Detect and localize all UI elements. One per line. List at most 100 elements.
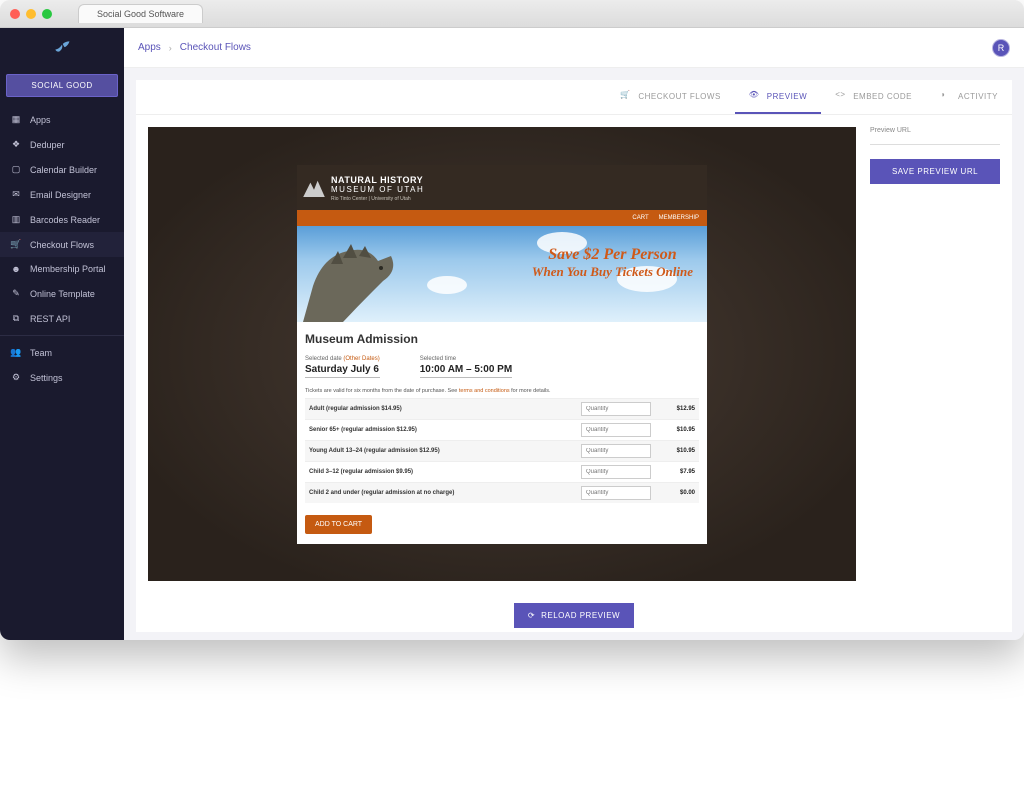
- ticket-name: Senior 65+ (regular admission $12.95): [305, 427, 573, 433]
- brush-icon: ✎: [10, 288, 22, 299]
- sidebar-item-email-designer[interactable]: ✉ Email Designer: [0, 182, 124, 207]
- museum-brand-line1: NATURAL HISTORY: [331, 175, 424, 185]
- tab-embed-code[interactable]: <> EMBED CODE: [821, 80, 926, 114]
- ticket-name: Child 3–12 (regular admission $9.95): [305, 469, 573, 475]
- ticket-row: Young Adult 13–24 (regular admission $12…: [305, 440, 699, 461]
- quantity-input[interactable]: [581, 465, 651, 479]
- code-icon: <>: [835, 90, 847, 102]
- tab-activity[interactable]: ◑ ACTIVITY: [926, 80, 1012, 114]
- validity-text: Tickets are valid for six months from th…: [305, 388, 699, 394]
- museum-logo-icon: [303, 179, 325, 197]
- banner-line2: When You Buy Tickets Online: [532, 264, 693, 280]
- ticket-row: Adult (regular admission $14.95) $12.95: [305, 398, 699, 419]
- selected-date-label: Selected date: [305, 356, 342, 362]
- sidebar-item-team[interactable]: 👥Team: [0, 340, 124, 365]
- sidebar-divider: [0, 335, 124, 336]
- add-to-cart-button[interactable]: ADD TO CART: [305, 515, 372, 534]
- page-title: Museum Admission: [305, 332, 699, 346]
- ticket-name: Child 2 and under (regular admission at …: [305, 490, 573, 496]
- quantity-input[interactable]: [581, 423, 651, 437]
- browser-tab[interactable]: Social Good Software: [78, 4, 203, 23]
- refresh-icon: ◑: [940, 90, 952, 102]
- ticket-name: Young Adult 13–24 (regular admission $12…: [305, 448, 573, 454]
- card-tabs: 🛒 CHECKOUT FLOWS 👁PREVIEW <> EMBED CODE ◑ A…: [136, 80, 1012, 115]
- api-icon: ⧉: [10, 313, 22, 324]
- tab-label: EMBED CODE: [853, 92, 912, 101]
- breadcrumb-item[interactable]: Checkout Flows: [180, 42, 251, 53]
- cart-icon: 🛒: [10, 239, 22, 250]
- tab-preview[interactable]: 👁PREVIEW: [735, 80, 821, 114]
- nav-cart[interactable]: CART: [632, 215, 648, 221]
- sidebar-item-online-template[interactable]: ✎ Online Template: [0, 281, 124, 306]
- sidebar-item-deduper[interactable]: ❖Deduper: [0, 132, 124, 157]
- sidebar-item-label: Online Template: [30, 289, 95, 299]
- tab-label: CHECKOUT FLOWS: [638, 92, 720, 101]
- reload-preview-button[interactable]: ⟳RELOAD PREVIEW: [514, 603, 634, 628]
- sidebar-item-barcodes-reader[interactable]: ▥ Barcodes Reader: [0, 207, 124, 232]
- ticket-price: $7.95: [659, 469, 699, 475]
- ticket-price: $0.00: [659, 490, 699, 496]
- sidebar-item-checkout-flows[interactable]: 🛒 Checkout Flows: [0, 232, 124, 257]
- sidebar-item-label: REST API: [30, 314, 70, 324]
- terms-link[interactable]: terms and conditions: [459, 388, 510, 394]
- breadcrumb-item[interactable]: Apps: [138, 42, 161, 53]
- cart-icon: 🛒: [620, 90, 632, 102]
- ticket-row: Child 3–12 (regular admission $9.95) $7.…: [305, 461, 699, 482]
- mail-icon: ✉: [10, 189, 22, 200]
- ticket-row: Senior 65+ (regular admission $12.95) $1…: [305, 419, 699, 440]
- sidebar-item-label: Team: [30, 348, 52, 358]
- topbar: Apps › Checkout Flows R: [124, 28, 1024, 68]
- breadcrumb: Apps › Checkout Flows: [138, 42, 251, 53]
- avatar[interactable]: R: [992, 39, 1010, 57]
- browser-window: Social Good Software SOCIAL GOOD ▦Apps ❖…: [0, 0, 1024, 640]
- sidebar-item-label: Checkout Flows: [30, 240, 94, 250]
- tab-label: PREVIEW: [767, 92, 807, 101]
- sidebar-item-label: Email Designer: [30, 190, 91, 200]
- app-logo: [0, 28, 124, 68]
- grid-icon: ▦: [10, 114, 22, 125]
- window-maximize-dot[interactable]: [42, 9, 52, 19]
- save-preview-url-button[interactable]: SAVE PREVIEW URL: [870, 159, 1000, 184]
- gear-icon: ⚙: [10, 372, 22, 383]
- refresh-icon: ⟳: [528, 611, 535, 620]
- sidebar-item-label: Deduper: [30, 140, 65, 150]
- window-close-dot[interactable]: [10, 9, 20, 19]
- chevron-right-icon: ›: [169, 43, 172, 53]
- museum-nav: CART MEMBERSHIP: [297, 210, 707, 226]
- banner-line1: Save $2 Per Person: [532, 246, 693, 264]
- preview-url-label: Preview URL: [870, 127, 1000, 134]
- sidebar-item-label: Settings: [30, 373, 63, 383]
- sidebar: SOCIAL GOOD ▦Apps ❖Deduper ▢ Calendar Bui…: [0, 28, 124, 640]
- person-icon: ☻: [10, 264, 22, 274]
- other-dates-link[interactable]: (Other Dates): [343, 356, 379, 362]
- sidebar-item-rest-api[interactable]: ⧉ REST API: [0, 306, 124, 331]
- preview-frame: NATURAL HISTORY MUSEUM OF UTAH Rio Tinto…: [148, 127, 856, 581]
- preview-sidebar: Preview URL SAVE PREVIEW URL: [870, 127, 1000, 581]
- sidebar-item-settings[interactable]: ⚙ Settings: [0, 365, 124, 390]
- museum-header: NATURAL HISTORY MUSEUM OF UTAH Rio Tinto…: [297, 165, 707, 210]
- quantity-input[interactable]: [581, 444, 651, 458]
- sidebar-item-label: Barcodes Reader: [30, 215, 100, 225]
- hummingbird-icon: [52, 38, 72, 58]
- sidebar-item-label: Calendar Builder: [30, 165, 97, 175]
- quantity-input[interactable]: [581, 486, 651, 500]
- preview-url-input[interactable]: [870, 144, 1000, 145]
- preview-page: NATURAL HISTORY MUSEUM OF UTAH Rio Tinto…: [297, 165, 707, 544]
- tab-label: ACTIVITY: [958, 92, 998, 101]
- ticket-row: Child 2 and under (regular admission at …: [305, 482, 699, 503]
- ticket-price: $12.95: [659, 406, 699, 412]
- window-minimize-dot[interactable]: [26, 9, 36, 19]
- barcode-icon: ▥: [10, 214, 22, 225]
- selected-time-value: 10:00 AM – 5:00 PM: [420, 364, 512, 378]
- selected-date-value: Saturday July 6: [305, 364, 380, 378]
- sidebar-item-calendar-builder[interactable]: ▢ Calendar Builder: [0, 157, 124, 182]
- tab-checkout-flows[interactable]: 🛒 CHECKOUT FLOWS: [606, 80, 734, 114]
- ticket-price: $10.95: [659, 427, 699, 433]
- nav-membership[interactable]: MEMBERSHIP: [659, 215, 699, 221]
- quantity-input[interactable]: [581, 402, 651, 416]
- calendar-icon: ▢: [10, 164, 22, 175]
- sidebar-item-membership-portal[interactable]: ☻Membership Portal: [0, 257, 124, 281]
- sidebar-item-apps[interactable]: ▦Apps: [0, 107, 124, 132]
- promo-banner: Save $2 Per Person When You Buy Tickets …: [297, 226, 707, 322]
- brand-button[interactable]: SOCIAL GOOD: [6, 74, 118, 97]
